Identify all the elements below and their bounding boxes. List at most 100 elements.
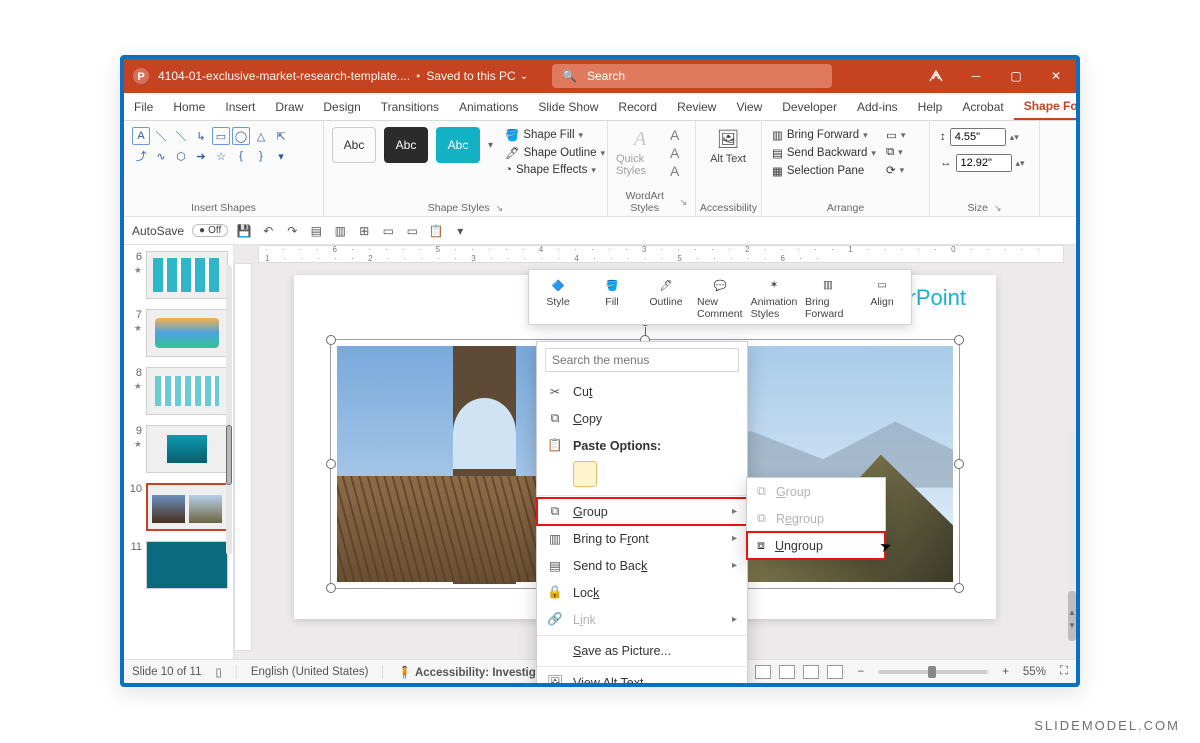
minimize-button[interactable]: ─ (956, 59, 996, 93)
save-icon[interactable]: 💾 (236, 223, 252, 239)
shape-connector-icon[interactable]: ↳ (192, 127, 210, 145)
undo-icon[interactable]: ↶ (260, 223, 276, 239)
shape-oval-icon[interactable]: ◯ (232, 127, 250, 145)
thumbnail-11[interactable]: 11 (128, 541, 229, 589)
save-state-chevron-icon[interactable]: ⌄ (520, 71, 528, 82)
resize-handle[interactable] (326, 583, 336, 593)
autosave-toggle[interactable]: ● Off (192, 224, 228, 237)
slideshow-view-icon[interactable] (827, 665, 843, 679)
slide-thumbnails-pane[interactable]: 6★ 7★ 8★ 9★ 10 (124, 245, 234, 659)
shape-elbow-icon[interactable]: ⤴ (132, 147, 150, 165)
tab-home[interactable]: Home (163, 93, 215, 120)
ctx-group[interactable]: ⧉Group▸ (537, 498, 747, 525)
qat-new-slide-icon[interactable]: ⊞ (356, 223, 372, 239)
shape-arrow-icon[interactable]: ➔ (192, 147, 210, 165)
shape-fill-button[interactable]: 🪣Shape Fill▾ (503, 127, 607, 143)
ctx-cut[interactable]: ✂Cut (537, 378, 747, 405)
mini-fill-button[interactable]: 🪣Fill (589, 274, 635, 320)
shape-freeform-icon[interactable]: ⬡ (172, 147, 190, 165)
tab-draw[interactable]: Draw (265, 93, 313, 120)
qat-icon-1[interactable]: ▤ (308, 223, 324, 239)
style-swatch-teal[interactable]: Abc (436, 127, 480, 163)
shapes-gallery[interactable]: A ＼ ＼ ↳ ▭ ◯ △ ⇱ ⤴ ∿ ⬡ ➔ ☆ { } ▾ (132, 127, 315, 185)
thumbnail-8[interactable]: 8★ (128, 367, 229, 415)
thumbnail-9[interactable]: 9★ (128, 425, 229, 473)
style-swatch-dark[interactable]: Abc (384, 127, 428, 163)
ctx-bring-to-front[interactable]: ▥Bring to Front▸ (537, 525, 747, 552)
shape-triangle-icon[interactable]: △ (252, 127, 270, 145)
resize-handle[interactable] (326, 335, 336, 345)
bring-forward-button[interactable]: ▥Bring Forward▾ (770, 127, 878, 143)
context-menu-search[interactable] (545, 348, 739, 372)
tab-help[interactable]: Help (908, 93, 953, 120)
shape-styles-dialog-icon[interactable]: ↘ (496, 203, 504, 214)
qat-customize-icon[interactable]: ▾ (452, 223, 468, 239)
selection-pane-button[interactable]: ▦Selection Pane (770, 163, 878, 179)
shape-star-icon[interactable]: ☆ (212, 147, 230, 165)
mini-align-button[interactable]: ▭Align (859, 274, 905, 320)
tab-slide-show[interactable]: Slide Show (528, 93, 608, 120)
shape-effects-button[interactable]: ◔Shape Effects▾ (503, 163, 607, 177)
tab-view[interactable]: View (726, 93, 772, 120)
thumbnail-7[interactable]: 7★ (128, 309, 229, 357)
language-indicator[interactable]: English (United States) (251, 666, 369, 678)
ctx-send-to-back[interactable]: ▤Send to Back▸ (537, 552, 747, 579)
shape-line-icon[interactable]: ＼ (152, 127, 170, 145)
alt-text-button[interactable]: 🖼 Alt Text (704, 127, 752, 165)
tab-insert[interactable]: Insert (215, 93, 265, 120)
thumbnail-10[interactable]: 10 (128, 483, 229, 531)
tell-me-search[interactable]: 🔍 Search (552, 64, 832, 88)
ribbon-display-options-icon[interactable] (916, 59, 956, 93)
send-backward-button[interactable]: ▤Send Backward▾ (770, 145, 878, 161)
width-field[interactable]: ↔▴▾ (938, 153, 1031, 173)
mini-bring-forward-button[interactable]: ▥Bring Forward (805, 274, 851, 320)
mini-new-comment-button[interactable]: 💬New Comment (697, 274, 743, 320)
shape-style-gallery[interactable]: Abc Abc Abc ▾ (332, 127, 493, 163)
resize-handle[interactable] (954, 335, 964, 345)
shape-brace-icon[interactable]: { (232, 147, 250, 165)
shape-outline-button[interactable]: 🖊Shape Outline▾ (503, 145, 607, 161)
tab-shape-format[interactable]: Shape Format (1014, 93, 1080, 120)
tab-transitions[interactable]: Transitions (371, 93, 449, 120)
tab-add-ins[interactable]: Add-ins (847, 93, 908, 120)
mini-outline-button[interactable]: 🖊Outline (643, 274, 689, 320)
qat-icon-4[interactable]: ▭ (404, 223, 420, 239)
shape-curve-icon[interactable]: ∿ (152, 147, 170, 165)
ctx-save-as-picture[interactable]: Save as Picture... (537, 638, 747, 664)
style-swatch-light[interactable]: Abc (332, 127, 376, 163)
qat-paste-icon[interactable]: 📋 (428, 223, 444, 239)
qat-icon-2[interactable]: ▥ (332, 223, 348, 239)
thumbnail-6[interactable]: 6★ (128, 251, 229, 299)
close-button[interactable]: ✕ (1036, 59, 1076, 93)
normal-view-icon[interactable] (755, 665, 771, 679)
sorter-view-icon[interactable] (779, 665, 795, 679)
ctx-view-alt-text[interactable]: 🖼View Alt Text... (537, 669, 747, 687)
shape-brace2-icon[interactable]: } (252, 147, 270, 165)
next-slide-icon[interactable]: ▾ (1070, 620, 1075, 631)
ctx-lock[interactable]: 🔒Lock (537, 579, 747, 606)
tab-file[interactable]: File (124, 93, 163, 120)
tab-design[interactable]: Design (313, 93, 370, 120)
align-button[interactable]: ▭▾ (884, 127, 907, 143)
shape-more-chevron-icon[interactable]: ▾ (272, 147, 290, 165)
vertical-scrollbar[interactable]: ▴▾ (1068, 431, 1076, 635)
tab-record[interactable]: Record (608, 93, 667, 120)
shape-rect-icon[interactable]: ▭ (212, 127, 230, 145)
group-button[interactable]: ⧉▾ (884, 145, 907, 160)
rotate-button[interactable]: ⟳▾ (884, 162, 907, 178)
zoom-level[interactable]: 55% (1023, 666, 1046, 678)
style-gallery-more-icon[interactable]: ▾ (488, 140, 493, 151)
ctx-copy[interactable]: ⧉Copy (537, 405, 747, 432)
mini-style-button[interactable]: 🔷Style (535, 274, 581, 320)
prev-slide-icon[interactable]: ▴ (1070, 607, 1075, 618)
resize-handle[interactable] (954, 583, 964, 593)
height-input[interactable] (950, 128, 1006, 146)
tab-acrobat[interactable]: Acrobat (952, 93, 1013, 120)
mini-animation-styles-button[interactable]: ✶Animation Styles (751, 274, 797, 320)
resize-handle[interactable] (954, 459, 964, 469)
height-field[interactable]: ↕▴▾ (938, 127, 1031, 147)
tab-review[interactable]: Review (667, 93, 726, 120)
zoom-in-button[interactable]: + (1002, 666, 1009, 678)
qat-icon-3[interactable]: ▭ (380, 223, 396, 239)
shape-textbox-icon[interactable]: A (132, 127, 150, 145)
